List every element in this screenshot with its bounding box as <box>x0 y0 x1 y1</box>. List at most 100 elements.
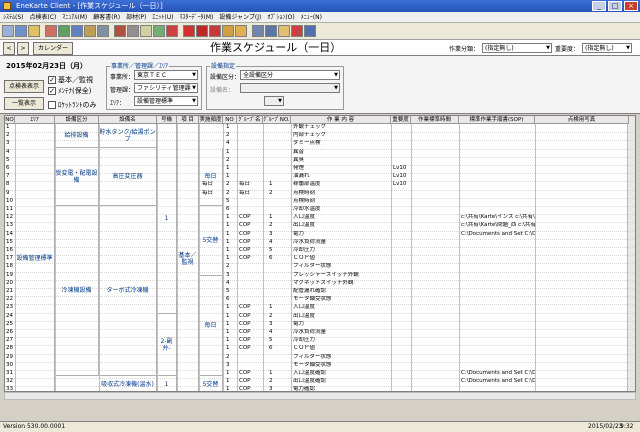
merged-cell-cat1[interactable]: 給排設備 <box>55 124 99 148</box>
grid-cell-task[interactable]: 入口温度確認 <box>293 370 391 377</box>
grid-cell-task[interactable]: 出口温度確認 <box>293 378 391 385</box>
grid-cell-no[interactable]: 16 <box>6 247 14 254</box>
grid-cell-gname[interactable]: COP <box>239 247 263 254</box>
grid-cell-no[interactable]: 28 <box>6 345 14 352</box>
grid-cell-gname[interactable]: COP <box>239 304 263 311</box>
equipment-name-select[interactable] <box>240 83 340 93</box>
menu-jump[interactable]: 設備ジャンプ(J) <box>216 12 264 22</box>
calendar-icon[interactable] <box>58 25 70 37</box>
grid-cell-no[interactable]: 13 <box>6 222 14 229</box>
merged-cell-unit3[interactable]: 1 <box>157 376 177 391</box>
column-header[interactable]: NO <box>223 116 237 124</box>
red-flag-icon[interactable] <box>183 25 195 37</box>
merged-cell-unit2[interactable]: 2-副弁- <box>157 314 177 376</box>
building-icon[interactable] <box>97 25 109 37</box>
column-header[interactable]: 実施頻度 <box>199 116 223 124</box>
grid-cell-no[interactable]: 17 <box>6 255 14 262</box>
grid-cell-no[interactable]: 29 <box>6 354 14 361</box>
merged-cell-cat2[interactable]: 受変電・配電設備 <box>55 148 99 206</box>
grid-cell-sop[interactable]: c:\共有\Karte\インス c:\共有\Snape <box>461 214 535 221</box>
grid-cell-task[interactable]: ダミー点検 <box>293 140 391 147</box>
grid-cell-task[interactable]: 入口温度 <box>293 214 391 221</box>
equipment-class-select[interactable]: 全設備区分 <box>240 70 340 80</box>
grid-cell-no[interactable]: 19 <box>6 272 14 279</box>
grid-cell-task[interactable]: 異音 <box>293 149 391 156</box>
office-select[interactable]: 東京ＴＥＣ <box>134 70 198 80</box>
grid-cell-no[interactable]: 32 <box>6 378 14 385</box>
document-icon[interactable] <box>140 25 152 37</box>
grid-cell-task[interactable]: 電力 <box>293 231 391 238</box>
grid-cell-task[interactable]: 冷却水温度 <box>293 206 391 213</box>
grid-cell-gname[interactable]: COP <box>239 378 263 385</box>
grid-cell-no[interactable]: 6 <box>6 165 14 172</box>
grid-cell-task[interactable]: ＣＯＰ値 <box>293 345 391 352</box>
importance-select[interactable]: (指定無し) <box>582 43 632 53</box>
grid-cell-gname[interactable]: 毎日 <box>239 190 263 197</box>
merged-cell-freq_5b[interactable]: 5交替 <box>199 376 223 391</box>
table-icon[interactable] <box>265 25 277 37</box>
grid-cell-no[interactable]: 21 <box>6 288 14 295</box>
maximize-button[interactable]: □ <box>608 1 622 11</box>
tag-icon[interactable] <box>235 25 247 37</box>
chart-icon[interactable] <box>84 25 96 37</box>
merged-cell-freq_5[interactable]: 5交替 <box>199 206 223 276</box>
grid-cell-gname[interactable]: COP <box>239 222 263 229</box>
grid-cell-no[interactable]: 30 <box>6 362 14 369</box>
grid-cell-task[interactable]: 冷却圧力 <box>293 337 391 344</box>
grid-cell-no[interactable]: 7 <box>6 173 14 180</box>
grid-cell-task[interactable]: 冷水負荷流量 <box>293 329 391 336</box>
grid-cell-task[interactable]: モータ軸受状態 <box>293 296 391 303</box>
print-icon[interactable] <box>2 25 14 37</box>
grid-cell-task[interactable]: 出口温度 <box>293 222 391 229</box>
menu-unit[interactable]: ｴﾆｯﾄ(U) <box>149 12 176 22</box>
grid-cell-no[interactable]: 5 <box>6 157 14 164</box>
grid-cell-gname[interactable]: COP <box>239 345 263 352</box>
merged-cell-item[interactable]: 基本／監視 <box>177 124 199 391</box>
area-select[interactable]: 設備管理標準 <box>134 96 198 106</box>
equipment-sub-select[interactable] <box>264 96 284 106</box>
forward-button[interactable]: > <box>17 42 29 55</box>
list-icon[interactable] <box>71 25 83 37</box>
merged-cell-freq_daily2[interactable]: 毎日 <box>199 276 223 376</box>
grid-cell-gname[interactable]: COP <box>239 214 263 221</box>
grid-cell-task[interactable]: モータ軸受状態 <box>293 362 391 369</box>
column-header[interactable]: 作業標準時間 <box>411 116 459 124</box>
grid-cell-imp[interactable]: Lv10 <box>393 181 411 188</box>
close-button[interactable]: × <box>624 1 638 11</box>
grid-cell-no[interactable]: 9 <box>6 190 14 197</box>
grid-cell-no[interactable]: 3 <box>6 140 14 147</box>
merged-cell-area[interactable]: 設備管理標準 <box>15 124 55 391</box>
merged-cell-eq3[interactable]: ターボ式冷凍機 <box>99 206 157 376</box>
merged-cell-eq2[interactable]: 高圧変圧器 <box>99 148 157 206</box>
grid-cell-task[interactable]: フィルター状態 <box>293 263 391 270</box>
grid-cell-no[interactable]: 31 <box>6 370 14 377</box>
inspection-display-button[interactable]: 点検表表示 <box>4 80 44 93</box>
column-header[interactable]: 作 業 内 容 <box>291 116 391 124</box>
grid-cell-gname[interactable]: COP <box>239 239 263 246</box>
grid-cell-no[interactable]: 14 <box>6 231 14 238</box>
merged-cell-unit1[interactable]: 1 <box>157 124 177 314</box>
grid-cell-gname[interactable]: COP <box>239 337 263 344</box>
list-display-button[interactable]: 一覧表示 <box>4 97 44 110</box>
calendar-button[interactable]: カレンダー <box>33 42 73 55</box>
key-icon[interactable] <box>222 25 234 37</box>
grid-cell-task[interactable]: 稼働部温度 <box>293 181 391 188</box>
grid-cell-gname[interactable]: COP <box>239 231 263 238</box>
grid-cell-task[interactable]: 油漏れ <box>293 173 391 180</box>
menu-manual[interactable]: ﾏﾆｭｱﾙ(M) <box>59 12 90 22</box>
grid-cell-no[interactable]: 11 <box>6 206 14 213</box>
grid-cell-gname[interactable]: COP <box>239 313 263 320</box>
grid-cell-sop[interactable]: c:\共有\Karte\問題_西 c:\共有\Wint <box>461 222 535 229</box>
column-header[interactable]: 標準作業手順書(SOP) <box>459 116 535 124</box>
home-icon[interactable] <box>45 25 57 37</box>
wrench-icon[interactable] <box>127 25 139 37</box>
grid-cell-task[interactable]: 点検時刻 <box>293 198 391 205</box>
grid-cell-task[interactable]: 出口温度 <box>293 313 391 320</box>
menu-option[interactable]: ｵﾌﾟｼｮﾝ(O) <box>264 12 297 22</box>
grid-cell-no[interactable]: 12 <box>6 214 14 221</box>
grid-cell-gname[interactable]: COP <box>239 329 263 336</box>
merged-cell-cat3[interactable]: 冷凍機設備 <box>55 206 99 376</box>
info-icon[interactable] <box>304 25 316 37</box>
menu-inspection[interactable]: 点検表(C) <box>27 12 60 22</box>
grid-cell-task[interactable]: 点検時刻 <box>293 190 391 197</box>
